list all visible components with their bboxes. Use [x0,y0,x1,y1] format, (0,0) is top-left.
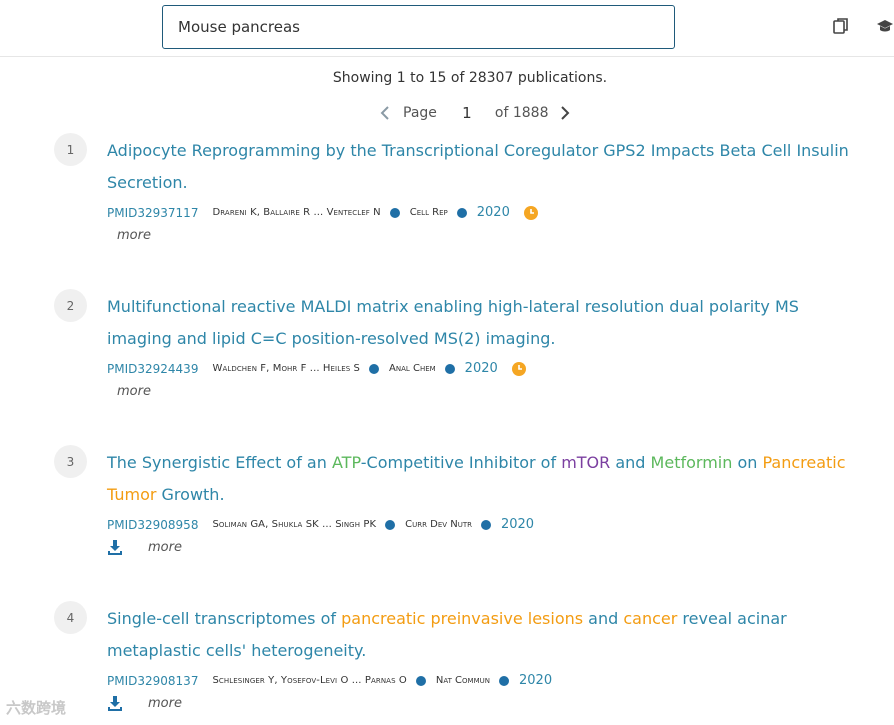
download-icon[interactable] [107,540,123,556]
download-icon[interactable] [107,696,123,712]
result-title-link[interactable]: Single-cell transcriptomes of pancreatic… [107,603,867,667]
journal: Cell Rep [409,207,448,218]
pagination: Page of 1888 [378,101,572,125]
year: 2020 [500,517,535,532]
more-link[interactable]: more [117,384,151,399]
result-meta: PMID32924439 Waldchen F, Mohr F ... Heile… [107,361,526,376]
journal: Anal Chem [389,363,436,374]
clock-icon [511,361,526,376]
results-summary: Showing 1 to 15 of 28307 publications. [332,70,608,86]
separator-dot [444,363,455,374]
highlighted-term: cancer [623,609,678,628]
page-number-input[interactable] [455,104,478,122]
title-text: and [583,609,624,628]
highlighted-term: mTOR [561,453,611,472]
title-text: and [610,453,651,472]
separator-dot [415,675,426,686]
separator-dot [385,519,396,530]
top-bar [0,0,894,57]
more-link[interactable]: more [148,696,182,711]
journal: Curr Dev Nutr [405,519,472,530]
title-text: Multifunctional reactive MALDI matrix en… [107,297,799,348]
title-text: Single-cell transcriptomes of [107,609,342,628]
pmid-link[interactable]: PMID32908958 [107,518,198,532]
separator-dot [499,675,509,686]
page-count: of 1888 [494,105,549,121]
year: 2020 [519,673,553,688]
result-index: 4 [54,601,87,634]
copy-icon[interactable] [832,17,850,35]
chevron-right-icon[interactable] [558,103,572,123]
pmid-link[interactable]: PMID32937117 [107,206,198,220]
graduation-cap-icon[interactable] [876,17,894,35]
title-text: The Synergistic Effect of an [107,453,332,472]
clock-icon [523,205,538,220]
title-text: -Competitive Inhibitor of [360,453,562,472]
pmid-link[interactable]: PMID32908137 [107,674,198,688]
authors: Waldchen F, Mohr F ... Heiles S [212,363,361,374]
result-title-link[interactable]: The Synergistic Effect of an ATP-Competi… [107,447,867,511]
year: 2020 [476,205,510,220]
chevron-left-icon[interactable] [378,103,392,123]
separator-dot [456,207,467,218]
year: 2020 [464,361,498,376]
more-link[interactable]: more [148,540,182,555]
result-index: 1 [54,133,87,166]
result-title-link[interactable]: Adipocyte Reprogramming by the Transcrip… [107,135,867,199]
separator-dot [389,207,400,218]
result-index: 2 [54,289,87,322]
result-title-link[interactable]: Multifunctional reactive MALDI matrix en… [107,291,867,355]
separator-dot [369,363,380,374]
search-input[interactable] [162,5,675,49]
authors: Drareni K, Ballaire R ... Venteclef N [212,207,381,218]
result-index: 3 [54,445,87,478]
highlighted-term: pancreatic preinvasive lesions [341,609,584,628]
authors: Soliman GA, Shukla SK ... Singh PK [212,519,377,530]
highlighted-term: ATP [331,453,361,472]
title-text: on [732,453,763,472]
title-text: Adipocyte Reprogramming by the Transcrip… [107,141,849,192]
more-link[interactable]: more [117,228,151,243]
result-meta: PMID32937117 Drareni K, Ballaire R ... Ve… [107,205,538,220]
pmid-link[interactable]: PMID32924439 [107,362,198,376]
authors: Schlesinger Y, Yosefov-Levi O ... Parnas… [212,675,407,686]
result-meta: PMID32908137 Schlesinger Y, Yosefov-Levi … [107,673,552,688]
separator-dot [480,519,491,530]
title-text: Growth. [156,485,225,504]
highlighted-term: Metformin [650,453,733,472]
journal: Nat Commun [435,675,490,686]
watermark: 六数跨境 [6,699,67,717]
page-label: Page [403,105,437,121]
result-meta: PMID32908958 Soliman GA, Shukla SK ... Si… [107,517,534,532]
